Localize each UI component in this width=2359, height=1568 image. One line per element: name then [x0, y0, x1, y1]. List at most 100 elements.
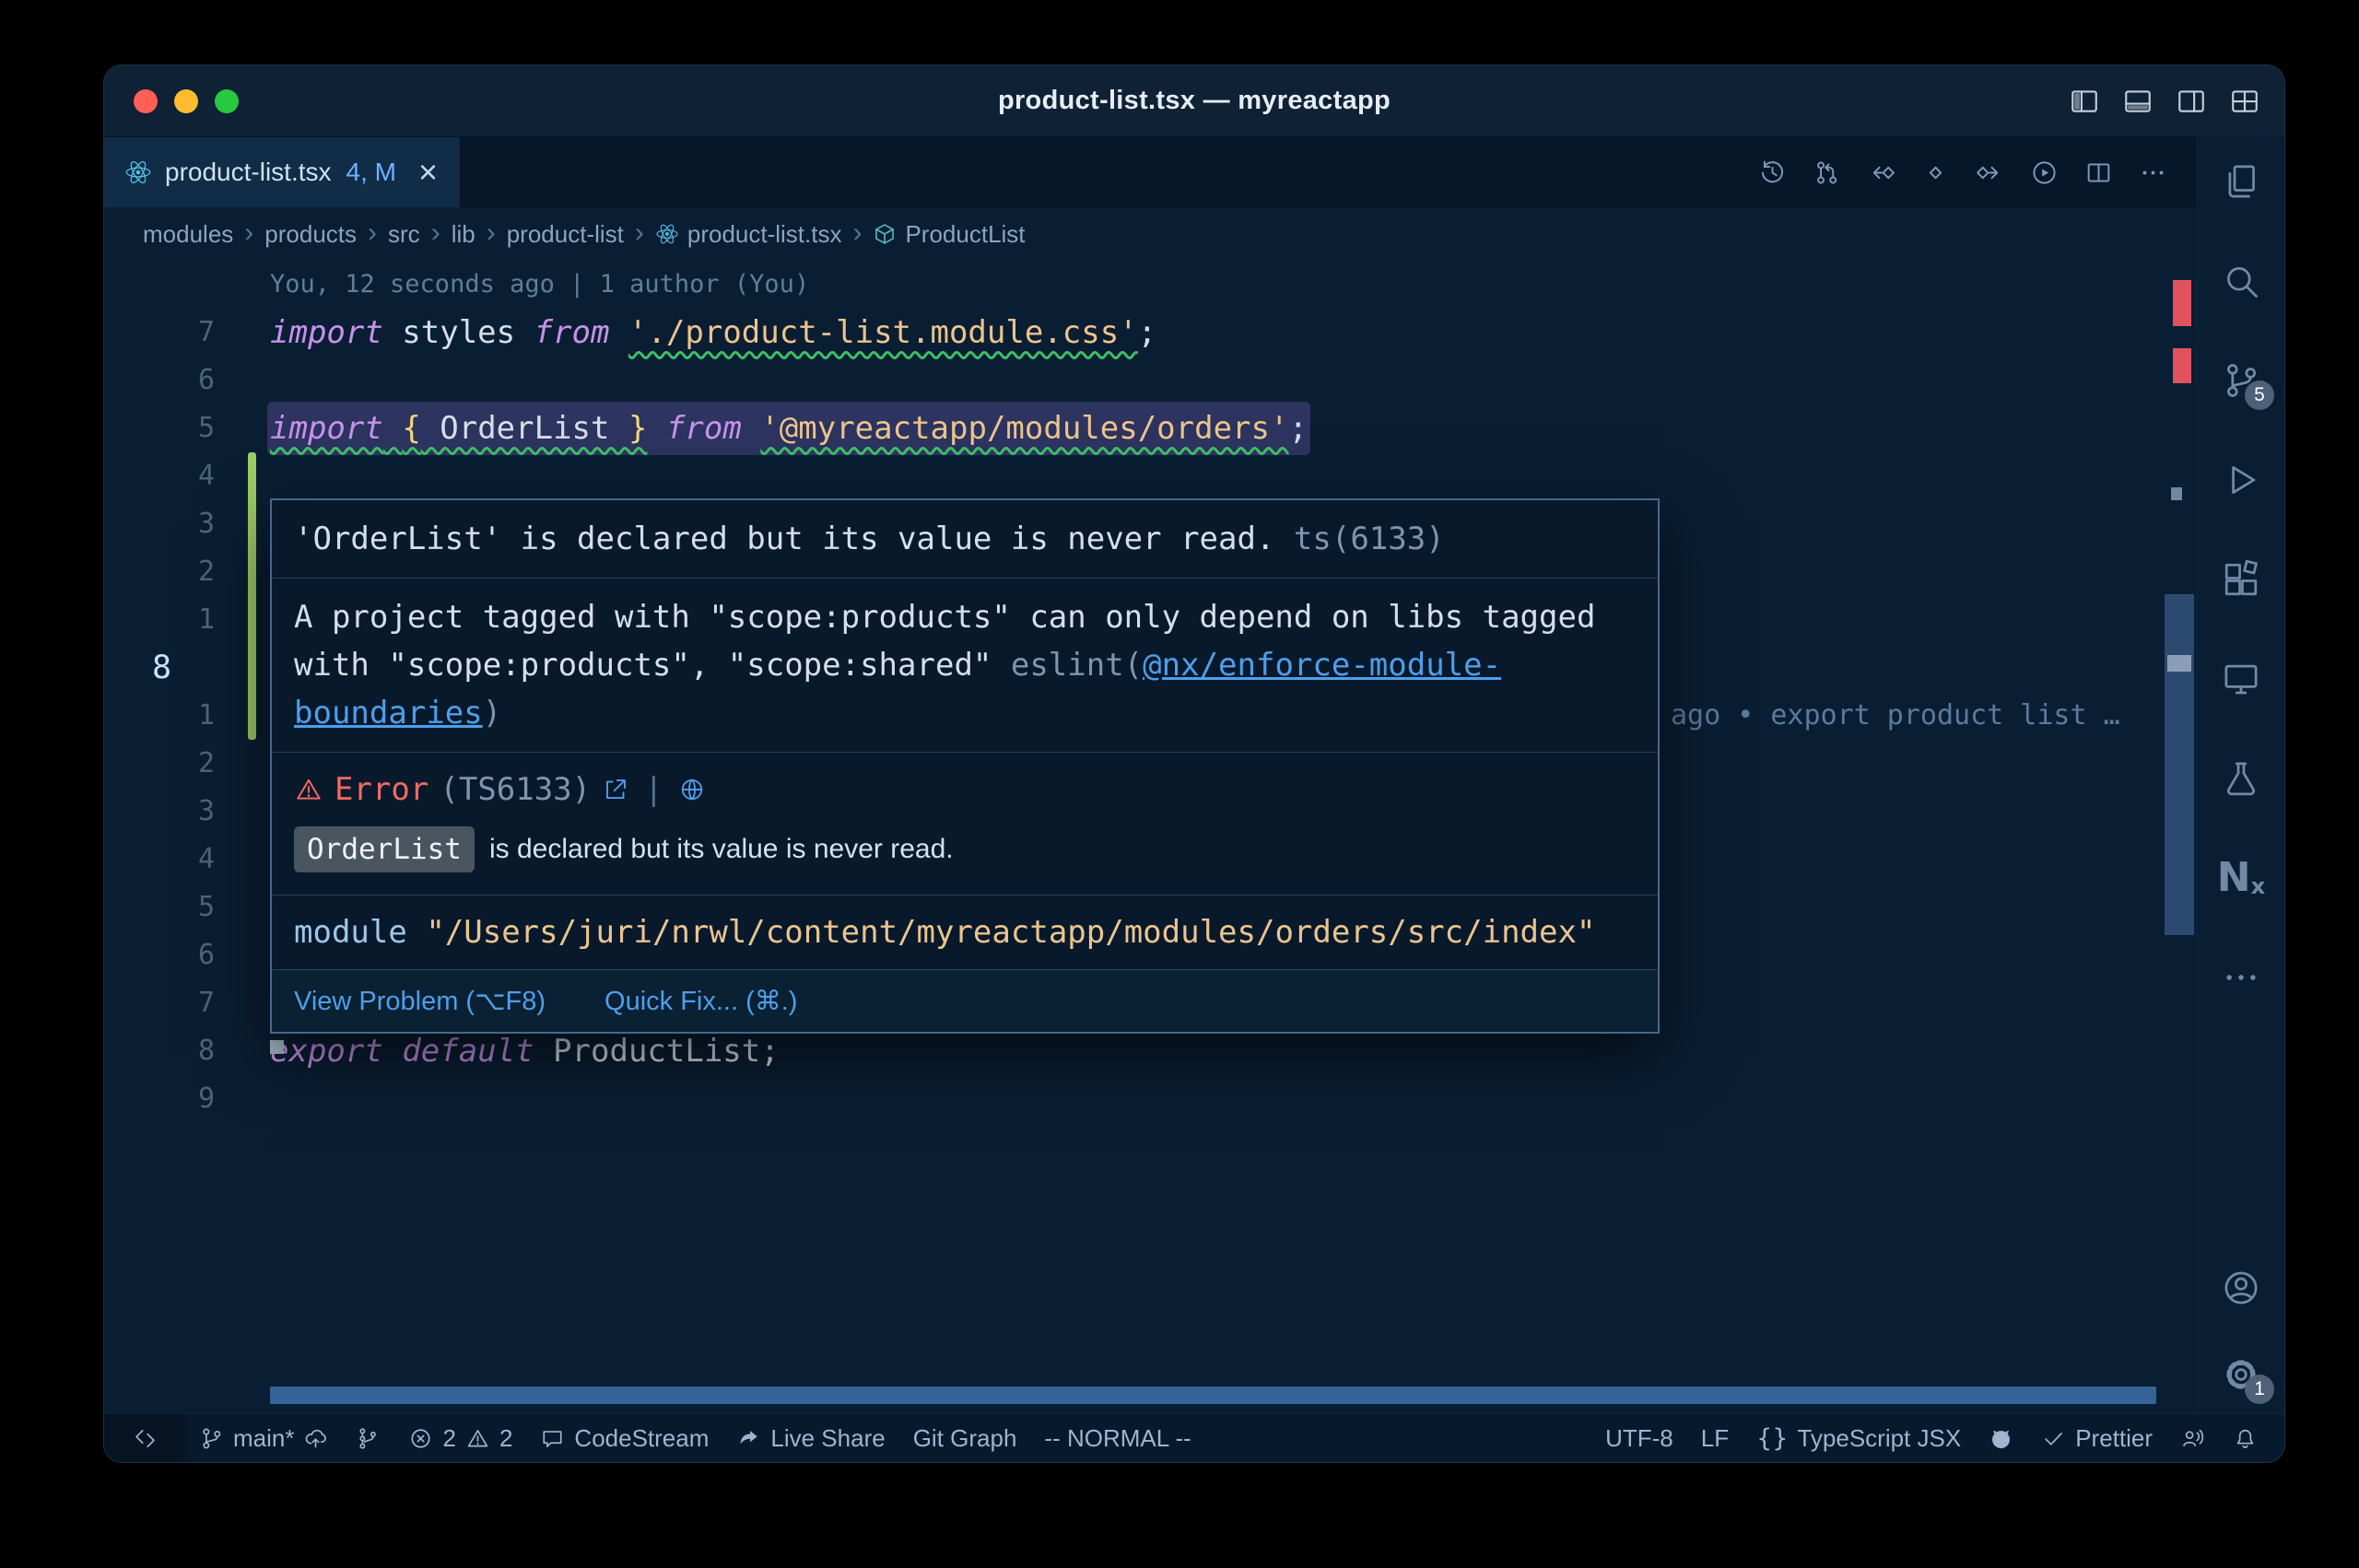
github-status[interactable]: [1975, 1414, 2027, 1462]
timeline-button[interactable]: [1758, 158, 1787, 187]
symbol-box-icon: [873, 222, 897, 246]
toggle-secondary-sidebar-button[interactable]: [2176, 86, 2207, 117]
search-web-icon[interactable]: [678, 776, 706, 803]
view-problem-action[interactable]: View Problem (⌥F8): [294, 985, 546, 1017]
codestream-status[interactable]: CodeStream: [526, 1414, 722, 1462]
open-changes-button[interactable]: [1921, 158, 1950, 187]
remote-explorer-icon: [2221, 659, 2261, 699]
line-number: 2: [104, 548, 215, 596]
breadcrumb-separator: ›: [431, 219, 440, 247]
more-views-button[interactable]: [2221, 957, 2261, 998]
breadcrumb-item-product-list[interactable]: product-list: [507, 220, 624, 249]
breadcrumb-item-lib[interactable]: lib: [452, 220, 475, 249]
error-label: Error: [334, 771, 428, 808]
run-debug-view[interactable]: [2221, 460, 2261, 500]
remote-explorer-view[interactable]: [2221, 659, 2261, 699]
git-graph-status[interactable]: Git Graph: [899, 1414, 1031, 1462]
run-file-button[interactable]: [2030, 158, 2059, 187]
prettier-status[interactable]: Prettier: [2027, 1414, 2166, 1462]
language-status[interactable]: {}TypeScript JSX: [1743, 1414, 1975, 1462]
next-change-button[interactable]: [1976, 158, 2004, 187]
main-area: product-list.tsx 4, M × modules › products…: [104, 137, 2284, 1413]
line-number: 4: [104, 452, 215, 500]
breadcrumb-item-product-list-tsx[interactable]: product-list.tsx: [655, 220, 842, 249]
nx-console-view[interactable]: Nx: [2217, 858, 2265, 898]
tab-close-button[interactable]: ×: [418, 156, 438, 189]
account-icon: [2221, 1268, 2261, 1308]
explorer-view[interactable]: [2221, 161, 2261, 202]
code-line[interactable]: 9: [104, 1075, 2197, 1123]
minimize-button[interactable]: [174, 89, 198, 113]
live-share-status[interactable]: Live Share: [722, 1414, 898, 1462]
line-number: 7: [104, 979, 215, 1027]
diagnostic-eslint-close: ): [483, 695, 501, 731]
git-graph-button[interactable]: [342, 1414, 394, 1462]
module-keyword: module: [294, 914, 407, 951]
extensions-view[interactable]: [2221, 559, 2261, 600]
toggle-primary-sidebar-button[interactable]: [2069, 86, 2100, 117]
code-line[interactable]: 4: [104, 452, 2197, 500]
split-icon: [2084, 158, 2113, 187]
activity-bar-bottom: 1: [2221, 1231, 2261, 1395]
split-editor-button[interactable]: [2084, 158, 2113, 187]
code-editor[interactable]: You, 12 seconds ago | 1 author (You) 7im…: [104, 261, 2197, 1413]
window-title: product-list.tsx — myreactapp: [104, 86, 2284, 116]
breadcrumb-item-src[interactable]: src: [388, 220, 420, 249]
breadcrumb-separator: ›: [368, 219, 377, 247]
overview-mark: [2173, 280, 2191, 326]
vscode-window: product-list.tsx — myreactapp product-li…: [103, 64, 2285, 1463]
horizontal-scrollbar[interactable]: [270, 1387, 2156, 1404]
breadcrumb-separator: ›: [244, 219, 253, 247]
compare-changes-button[interactable]: [1813, 158, 1841, 187]
code-line[interactable]: 7import styles from './product-list.modu…: [104, 309, 2197, 357]
git-pr-icon: [1813, 158, 1841, 187]
symbol-chip: OrderList: [294, 826, 475, 872]
eol-status[interactable]: LF: [1687, 1414, 1743, 1462]
breadcrumb-item-modules[interactable]: modules: [143, 220, 233, 249]
quick-fix-action[interactable]: Quick Fix... (⌘.): [604, 985, 797, 1017]
popup-resize-grip[interactable]: [270, 1040, 284, 1054]
branch-status[interactable]: main*: [185, 1414, 342, 1462]
notifications-button[interactable]: [2219, 1414, 2271, 1462]
more-icon: [2139, 158, 2167, 187]
react-icon: [124, 158, 152, 186]
zoom-button[interactable]: [215, 89, 239, 113]
diagnostic-eslint-source: eslint(: [1011, 647, 1143, 684]
problems-status[interactable]: 22: [394, 1414, 526, 1462]
tab-label: product-list.tsx: [165, 158, 332, 187]
run-icon: [2030, 158, 2059, 187]
encoding-status[interactable]: UTF-8: [1591, 1414, 1687, 1462]
status-bar-left: main* 22CodeStreamLive ShareGit Graph-- N…: [104, 1414, 1205, 1462]
close-button[interactable]: [134, 89, 158, 113]
remote-icon: [133, 1426, 158, 1451]
layout-sidebar-left-icon: [2069, 86, 2100, 117]
settings-button[interactable]: 1: [2221, 1354, 2261, 1395]
breadcrumb-separator: ›: [852, 219, 862, 247]
code-line[interactable]: 8export default ProductList;: [104, 1027, 2197, 1075]
overview-ruler[interactable]: [2162, 261, 2197, 1413]
feedback-icon: [2180, 1426, 2205, 1451]
previous-change-button[interactable]: [1867, 158, 1895, 187]
customize-layout-button[interactable]: [2229, 86, 2260, 117]
vim-mode[interactable]: -- NORMAL --: [1030, 1414, 1204, 1462]
code-line[interactable]: 6: [104, 357, 2197, 404]
gitlens-annotation[interactable]: You, 12 seconds ago | 1 author (You): [104, 261, 2197, 309]
more-actions-button[interactable]: [2139, 158, 2167, 187]
feedback-status[interactable]: [2166, 1414, 2219, 1462]
tab-product-list[interactable]: product-list.tsx 4, M ×: [104, 137, 461, 207]
toggle-panel-button[interactable]: [2122, 86, 2154, 117]
code-line[interactable]: 5import { OrderList } from '@myreactapp/…: [104, 404, 2197, 452]
diagnostic-eslint: A project tagged with "scope:products" c…: [272, 579, 1658, 753]
breadcrumb-item-products[interactable]: products: [264, 220, 357, 249]
source-control-view[interactable]: 5: [2221, 360, 2261, 401]
search-view[interactable]: [2221, 261, 2261, 301]
open-external-icon[interactable]: [602, 776, 629, 803]
line-number: 3: [104, 500, 215, 548]
status-bar-right: UTF-8LF{}TypeScript JSX Prettier: [1591, 1414, 2284, 1462]
account-button[interactable]: [2221, 1268, 2261, 1308]
breadcrumb-item-productlist[interactable]: ProductList: [873, 220, 1025, 249]
remote-indicator[interactable]: [104, 1414, 185, 1462]
testing-view[interactable]: [2221, 758, 2261, 799]
layout-controls: [2069, 65, 2260, 136]
scrollbar-thumb[interactable]: [2165, 594, 2194, 935]
